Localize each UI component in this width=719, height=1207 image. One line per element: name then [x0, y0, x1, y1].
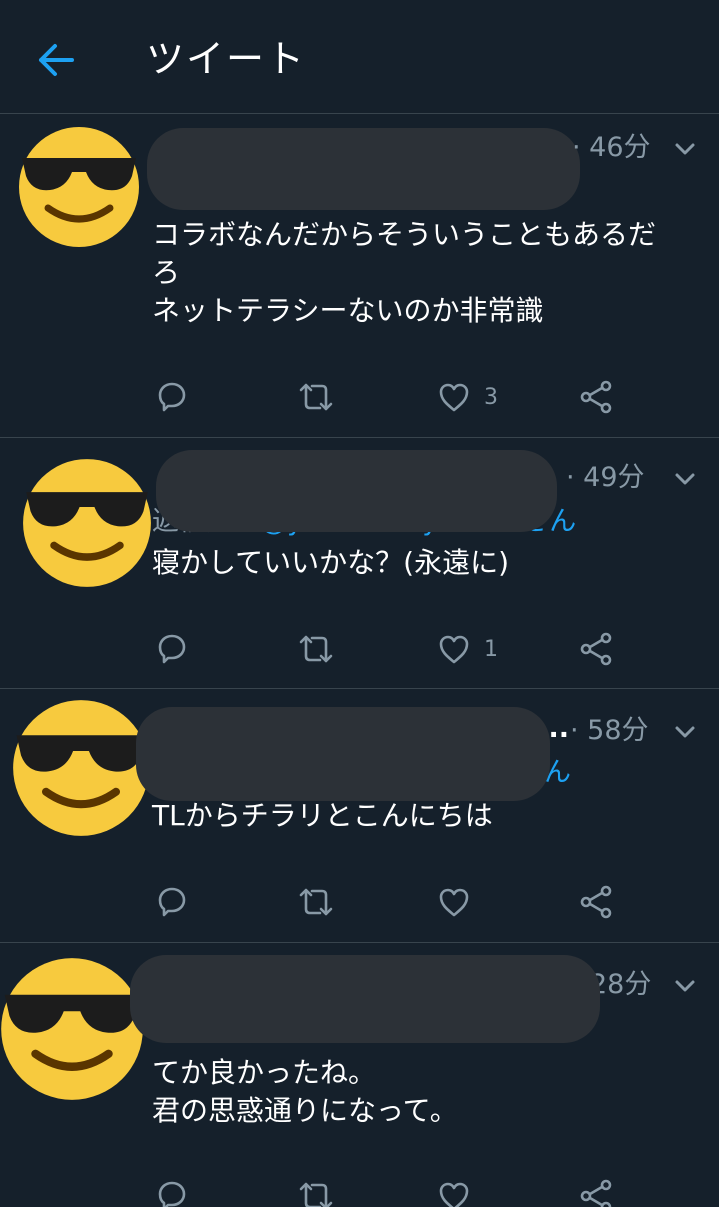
like-button[interactable] [438, 887, 484, 917]
redacted-username [136, 707, 550, 801]
heart-icon [439, 888, 469, 917]
share-button[interactable] [580, 885, 612, 919]
like-count: 1 [484, 636, 498, 662]
tweet-text: 寝かしていいかな？(永遠に) [152, 546, 510, 579]
avatar[interactable] [12, 699, 150, 837]
retweet-icon [299, 888, 333, 916]
redacted-username [156, 450, 557, 532]
tweet-text: コラボなんだからそういうこともあるだ ろ ネットテラシーないのか非常識 [152, 218, 657, 327]
tweet-timestamp: · 46分 [572, 132, 651, 163]
like-button[interactable] [438, 1181, 484, 1207]
reply-button[interactable] [156, 632, 188, 664]
share-button[interactable] [580, 632, 612, 666]
share-button[interactable] [580, 380, 612, 414]
retweet-button[interactable] [298, 634, 334, 664]
tweet-timestamp: · 49分 [566, 462, 645, 493]
chevron-down-icon[interactable] [672, 973, 698, 999]
retweet-icon [299, 635, 333, 663]
retweet-button[interactable] [298, 382, 334, 412]
tweet-text: TLからチラリとこんにちは [152, 799, 493, 832]
share-icon [580, 885, 612, 919]
reply-bubble-icon [158, 1181, 186, 1207]
retweet-icon [299, 383, 333, 411]
chevron-down-icon[interactable] [672, 466, 698, 492]
avatar[interactable] [18, 126, 140, 248]
page-title: ツイート [146, 37, 307, 81]
tweet-timestamp: · 58分 [570, 715, 649, 746]
share-icon [580, 380, 612, 414]
avatar[interactable] [0, 957, 144, 1101]
share-icon [580, 1179, 612, 1207]
like-button[interactable]: 1 [438, 634, 498, 664]
retweet-button[interactable] [298, 1181, 334, 1207]
share-icon [580, 632, 612, 666]
reply-button[interactable] [156, 380, 188, 412]
share-button[interactable] [580, 1179, 612, 1207]
arrow-left-icon [39, 44, 74, 76]
reply-bubble-icon [158, 887, 186, 917]
avatar[interactable] [22, 458, 152, 588]
retweet-button[interactable] [298, 887, 334, 917]
tweet-thread-screen: ツイート · 46分 コラボなんだからそういうこともあるだ ろ ネットテラシーな… [0, 0, 719, 1207]
reply-bubble-icon [158, 382, 186, 412]
reply-bubble-icon [158, 634, 186, 664]
tweet-item[interactable]: · 46分 コラボなんだからそういうこともあるだ ろ ネットテラシーないのか非常… [0, 114, 719, 438]
tweet-item[interactable]: 返信先: @yukikazeayanamiさん · 49分 寝かしていいかな？(… [0, 438, 719, 689]
chevron-down-icon[interactable] [672, 136, 698, 162]
heart-icon [439, 1182, 469, 1207]
redacted-username [130, 955, 600, 1043]
tweet-item[interactable]: 28分 てか良かったね。 君の思惑通りになって。 [0, 943, 719, 1207]
top-app-bar: ツイート [0, 0, 719, 114]
heart-icon [439, 383, 469, 412]
chevron-down-icon[interactable] [672, 719, 698, 745]
like-button[interactable]: 3 [438, 382, 498, 412]
reply-button[interactable] [156, 1179, 188, 1207]
retweet-icon [299, 1182, 333, 1207]
reply-button[interactable] [156, 885, 188, 917]
back-button[interactable] [30, 34, 82, 86]
redacted-username [147, 128, 580, 210]
heart-icon [439, 635, 469, 664]
tweet-text: てか良かったね。 君の思惑通りになって。 [152, 1056, 458, 1127]
tweet-item[interactable]: 数🟣20... ん · 58分 TLからチラリとこんにちは [0, 689, 719, 943]
like-count: 3 [484, 384, 498, 410]
